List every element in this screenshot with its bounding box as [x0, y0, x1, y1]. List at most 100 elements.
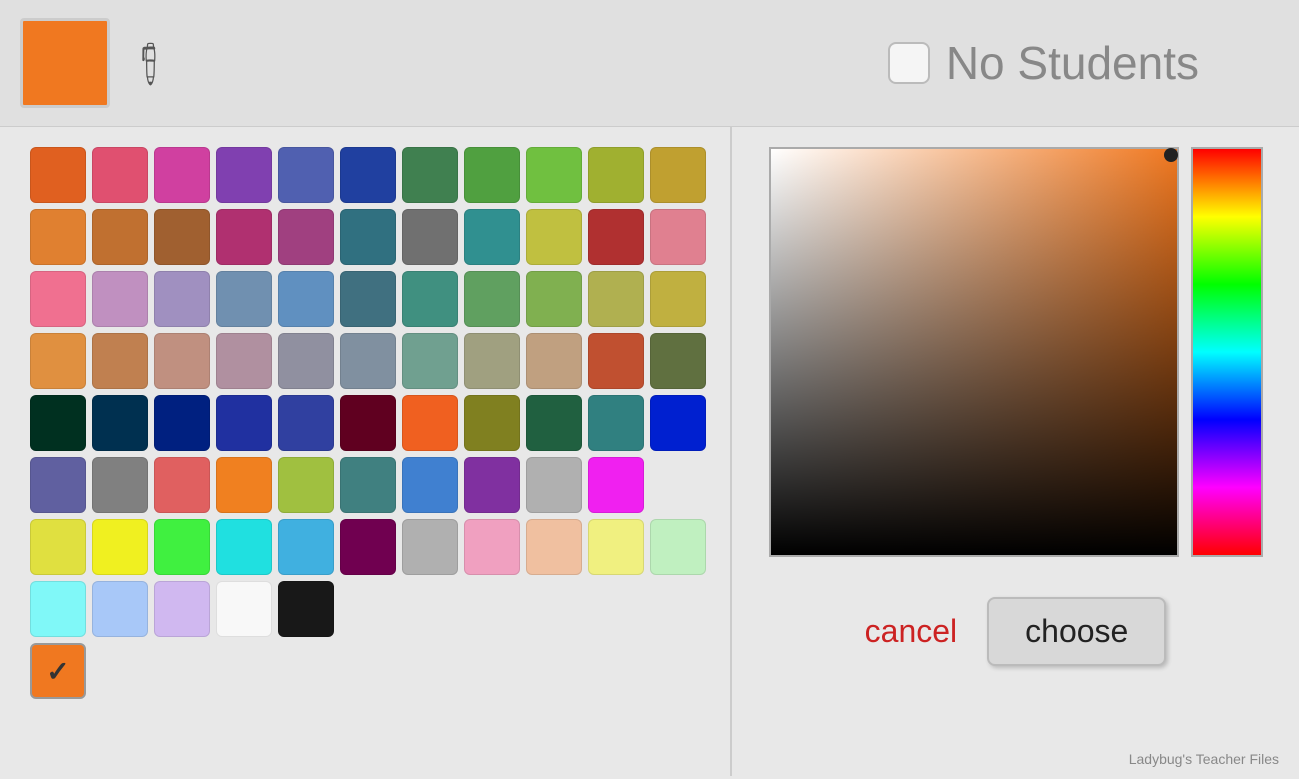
color-swatch[interactable] — [278, 395, 334, 451]
color-swatch[interactable] — [30, 457, 86, 513]
color-swatch[interactable] — [526, 395, 582, 451]
color-swatch[interactable] — [402, 271, 458, 327]
color-swatch[interactable] — [402, 457, 458, 513]
eyedropper-icon[interactable]: 🖊 — [123, 35, 179, 91]
button-row: cancel choose — [865, 597, 1167, 666]
color-swatch[interactable] — [340, 457, 396, 513]
color-swatch[interactable] — [154, 271, 210, 327]
main-content: ✓ cancel choose — [0, 127, 1299, 776]
color-swatch[interactable] — [30, 271, 86, 327]
footer-credit: Ladybug's Teacher Files — [1129, 751, 1279, 767]
color-swatch[interactable] — [278, 581, 334, 637]
color-swatch[interactable] — [92, 333, 148, 389]
color-swatch[interactable] — [650, 271, 706, 327]
color-swatch[interactable] — [650, 519, 706, 575]
choose-button[interactable]: choose — [987, 597, 1166, 666]
color-swatch[interactable] — [92, 519, 148, 575]
color-swatch[interactable] — [278, 333, 334, 389]
color-swatch[interactable] — [154, 333, 210, 389]
color-swatch[interactable] — [464, 271, 520, 327]
color-swatch[interactable] — [278, 457, 334, 513]
color-swatch[interactable] — [278, 209, 334, 265]
hue-bar[interactable] — [1191, 147, 1263, 557]
palette-section: ✓ — [0, 127, 730, 776]
color-swatch[interactable] — [30, 147, 86, 203]
color-swatch[interactable] — [216, 147, 272, 203]
color-swatch[interactable] — [650, 147, 706, 203]
color-swatch[interactable] — [402, 209, 458, 265]
color-swatch[interactable] — [588, 519, 644, 575]
color-swatch[interactable] — [588, 333, 644, 389]
color-swatch[interactable] — [526, 209, 582, 265]
color-swatch[interactable] — [588, 147, 644, 203]
color-swatch[interactable] — [92, 395, 148, 451]
color-swatch[interactable] — [588, 457, 644, 513]
no-students-area: No Students — [888, 36, 1199, 90]
color-swatch[interactable] — [526, 333, 582, 389]
color-swatch[interactable] — [464, 457, 520, 513]
color-swatch[interactable] — [464, 147, 520, 203]
color-swatch[interactable] — [464, 209, 520, 265]
color-swatch[interactable] — [154, 209, 210, 265]
color-swatch[interactable] — [340, 333, 396, 389]
color-swatch[interactable] — [340, 209, 396, 265]
color-swatch[interactable] — [278, 519, 334, 575]
color-swatch[interactable] — [402, 395, 458, 451]
color-swatch[interactable] — [464, 333, 520, 389]
color-swatch[interactable] — [30, 519, 86, 575]
picker-section: cancel choose — [732, 127, 1299, 776]
color-swatch[interactable] — [216, 581, 272, 637]
color-swatch[interactable] — [92, 457, 148, 513]
color-swatch[interactable] — [650, 209, 706, 265]
color-swatch[interactable] — [340, 395, 396, 451]
color-swatch[interactable] — [216, 333, 272, 389]
color-swatch[interactable] — [650, 333, 706, 389]
color-swatch[interactable] — [154, 581, 210, 637]
selected-color-preview[interactable] — [20, 18, 110, 108]
color-swatch[interactable] — [30, 209, 86, 265]
color-swatch[interactable] — [154, 147, 210, 203]
color-swatch[interactable] — [216, 209, 272, 265]
color-swatch[interactable] — [402, 519, 458, 575]
checkmark-swatch[interactable]: ✓ — [30, 643, 86, 699]
color-swatch[interactable] — [402, 147, 458, 203]
header: 🖊 No Students — [0, 0, 1299, 127]
color-swatch[interactable] — [216, 519, 272, 575]
picker-area — [769, 147, 1263, 557]
color-swatch[interactable] — [340, 147, 396, 203]
color-swatch[interactable] — [30, 333, 86, 389]
color-swatch[interactable] — [92, 209, 148, 265]
color-swatch[interactable] — [650, 395, 706, 451]
color-swatch[interactable] — [588, 395, 644, 451]
color-swatch[interactable] — [588, 271, 644, 327]
color-swatch[interactable] — [588, 209, 644, 265]
saturation-cursor — [1164, 148, 1178, 162]
color-swatch[interactable] — [526, 519, 582, 575]
saturation-box[interactable] — [769, 147, 1179, 557]
color-swatch[interactable] — [464, 395, 520, 451]
color-swatch[interactable] — [526, 147, 582, 203]
color-grid: ✓ — [30, 147, 700, 699]
color-swatch[interactable] — [402, 333, 458, 389]
cancel-button[interactable]: cancel — [865, 613, 958, 650]
no-students-label: No Students — [946, 36, 1199, 90]
color-swatch[interactable] — [92, 581, 148, 637]
color-swatch[interactable] — [154, 519, 210, 575]
color-swatch[interactable] — [278, 147, 334, 203]
color-swatch[interactable] — [30, 395, 86, 451]
no-students-checkbox[interactable] — [888, 42, 930, 84]
color-swatch[interactable] — [464, 519, 520, 575]
color-swatch[interactable] — [278, 271, 334, 327]
color-swatch[interactable] — [526, 271, 582, 327]
color-swatch[interactable] — [154, 457, 210, 513]
color-swatch[interactable] — [340, 519, 396, 575]
color-swatch[interactable] — [30, 581, 86, 637]
color-swatch[interactable] — [92, 147, 148, 203]
color-swatch[interactable] — [216, 457, 272, 513]
color-swatch[interactable] — [340, 271, 396, 327]
color-swatch[interactable] — [154, 395, 210, 451]
color-swatch[interactable] — [216, 271, 272, 327]
color-swatch[interactable] — [92, 271, 148, 327]
color-swatch[interactable] — [216, 395, 272, 451]
color-swatch[interactable] — [526, 457, 582, 513]
